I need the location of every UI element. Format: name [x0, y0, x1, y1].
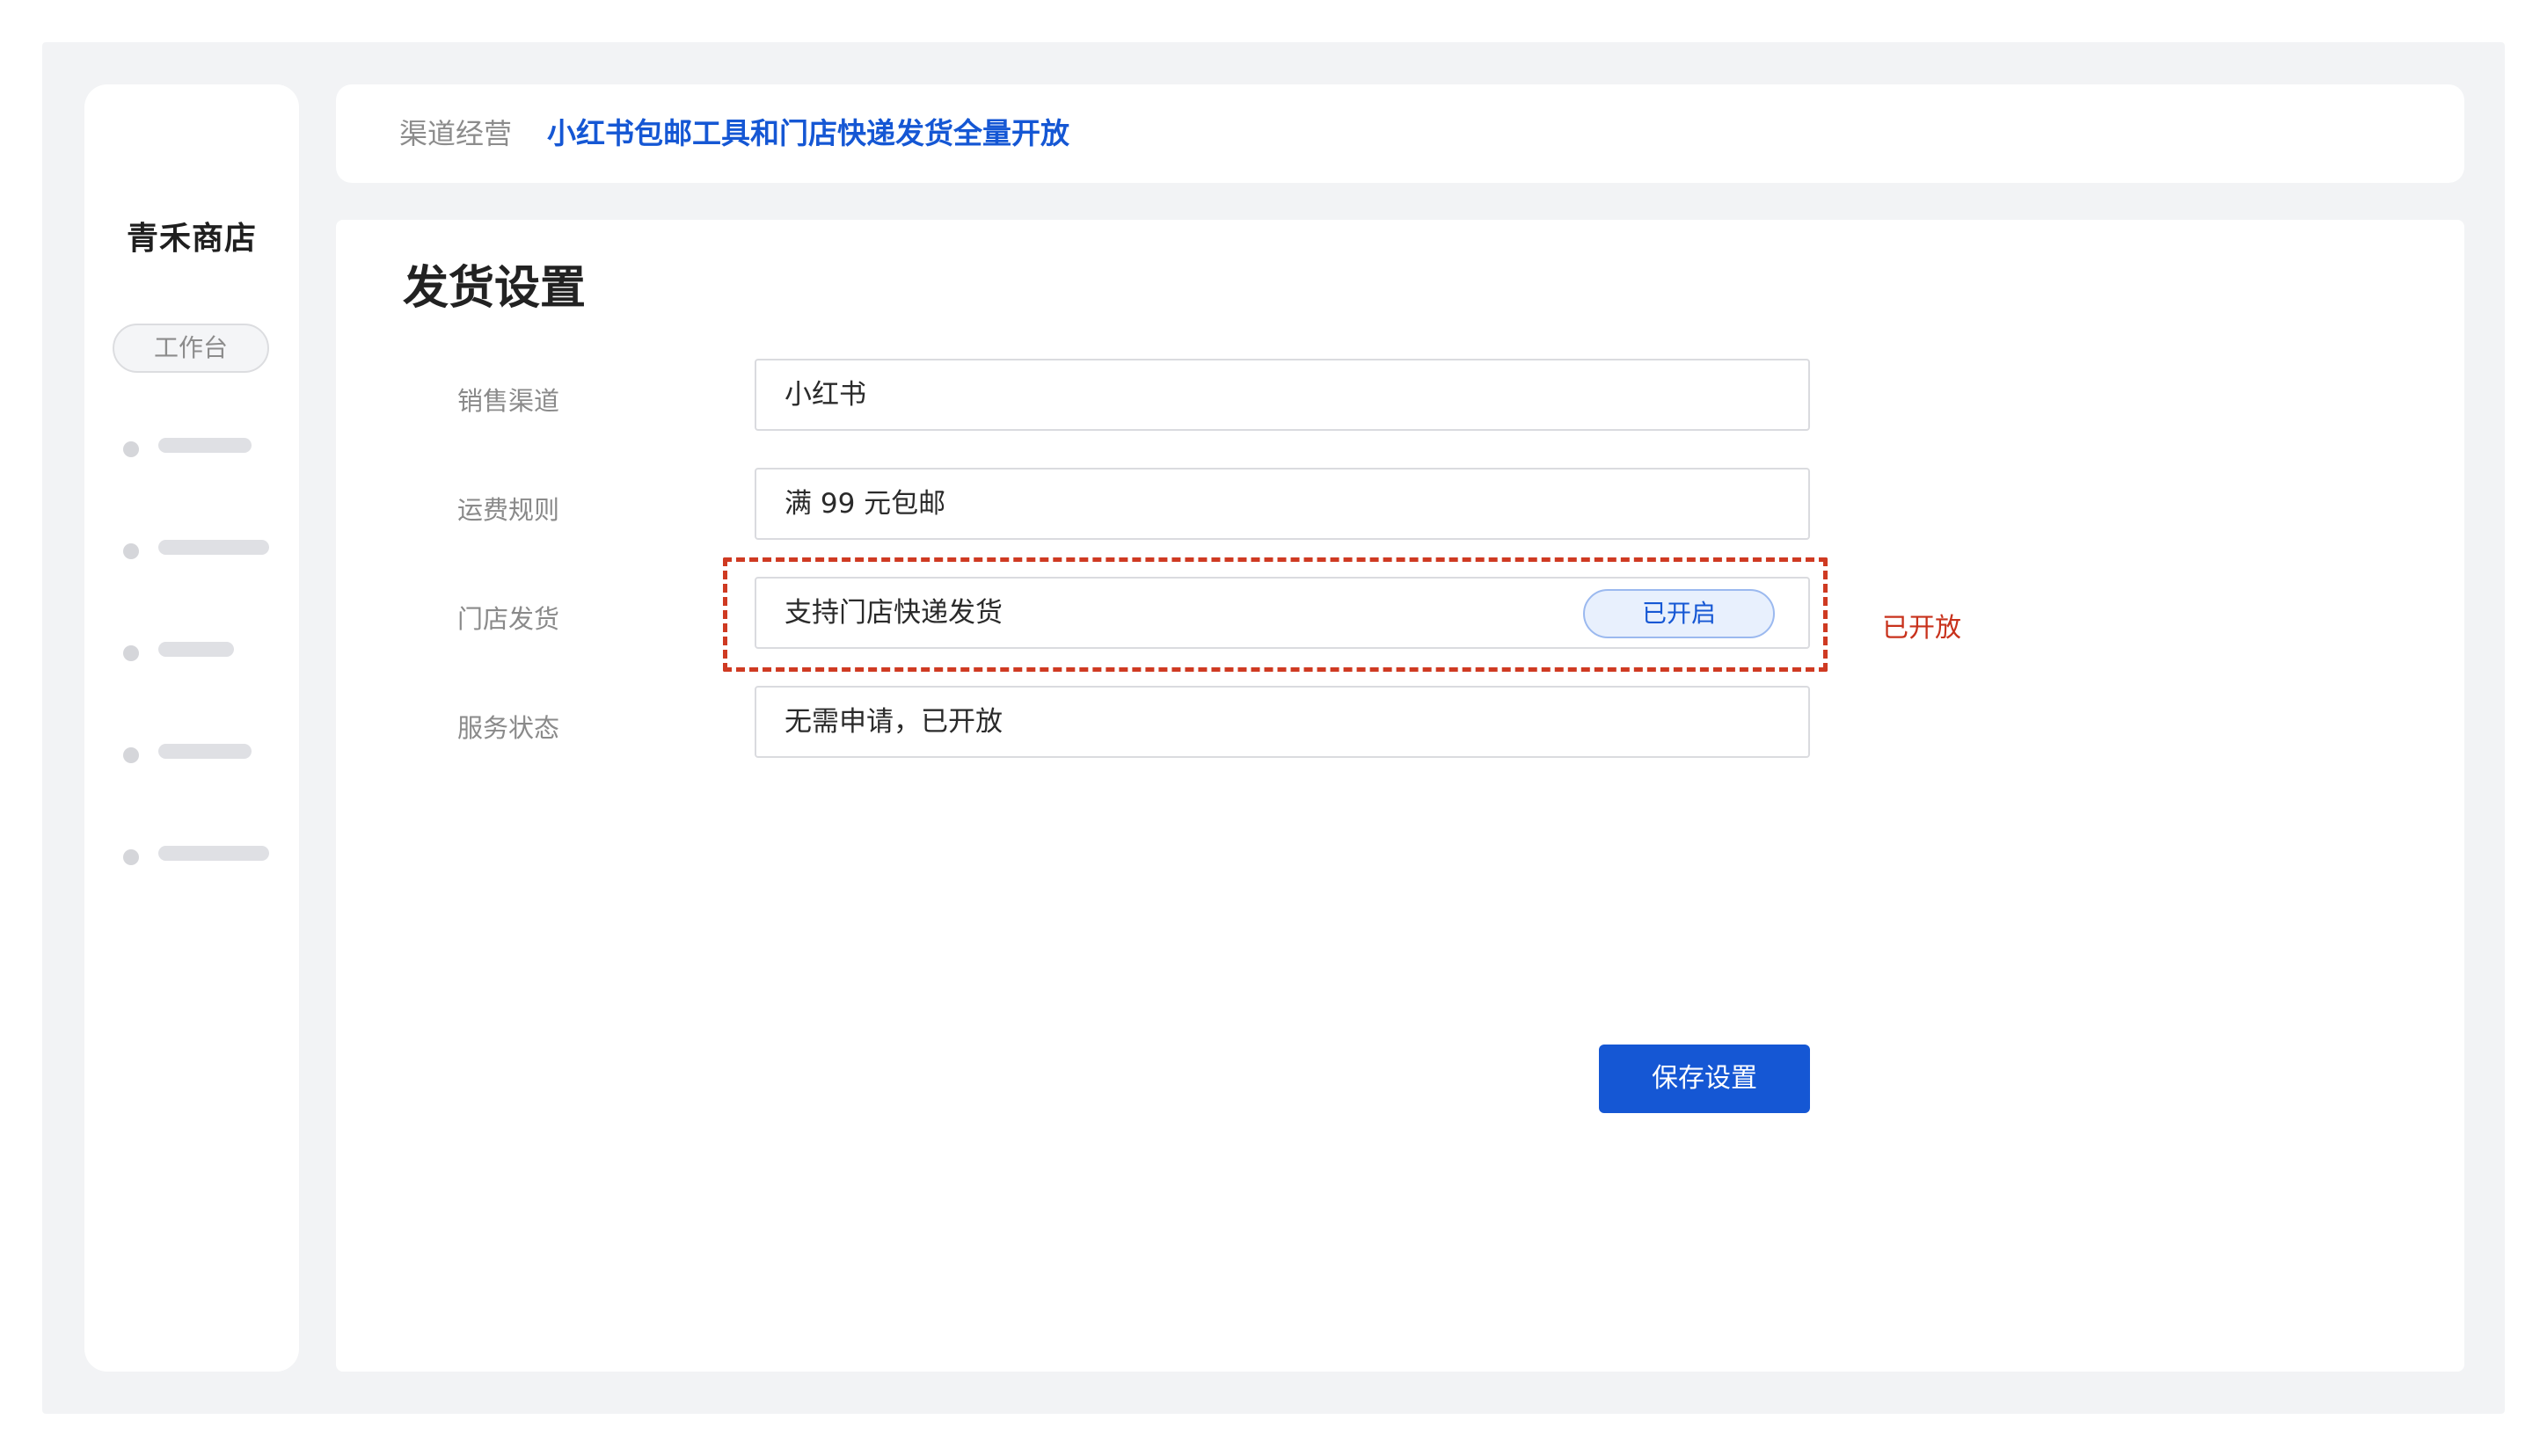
shipping-rule-label: 运费规则: [457, 495, 560, 525]
service-status-field[interactable]: 无需申请，已开放: [755, 686, 1810, 758]
shipping-rule-value: 满 99 元包邮: [785, 488, 946, 520]
service-status-value: 无需申请，已开放: [785, 706, 1003, 738]
page-title: 发货设置: [403, 262, 587, 315]
nav-bullet-icon: [123, 849, 139, 865]
nav-placeholder-bar: [158, 846, 269, 861]
save-settings-button[interactable]: 保存设置: [1599, 1045, 1810, 1113]
nav-placeholder-bar: [158, 642, 234, 657]
service-status-label: 服务状态: [457, 713, 560, 743]
store-shipping-label: 门店发货: [457, 604, 560, 634]
highlight-annotation-box: [723, 557, 1828, 672]
settings-card: 发货设置 销售渠道 小红书 运费规则 满 99 元包邮 门店发货 支持门店快递发…: [336, 220, 2464, 1372]
breadcrumb-section[interactable]: 渠道经营: [399, 116, 512, 151]
workbench-button[interactable]: 工作台: [113, 324, 269, 373]
nav-bullet-icon: [123, 645, 139, 661]
shipping-rule-field[interactable]: 满 99 元包邮: [755, 468, 1810, 540]
top-bar: 渠道经营 小红书包邮工具和门店快递发货全量开放: [336, 84, 2464, 183]
nav-bullet-icon: [123, 747, 139, 763]
sales-channel-label: 销售渠道: [457, 386, 560, 416]
nav-bullet-icon: [123, 441, 139, 457]
nav-placeholder-bar: [158, 438, 252, 453]
sidebar: 青禾商店 工作台: [84, 84, 299, 1372]
brand-name: 青禾商店: [126, 221, 257, 257]
nav-placeholder-bar: [158, 540, 269, 555]
announcement-title[interactable]: 小红书包邮工具和门店快递发货全量开放: [547, 116, 1069, 151]
nav-placeholder-bar: [158, 744, 252, 759]
nav-bullet-icon: [123, 543, 139, 559]
highlight-annotation-note: 已开放: [1882, 613, 1961, 644]
sales-channel-field[interactable]: 小红书: [755, 359, 1810, 431]
sales-channel-value: 小红书: [785, 379, 866, 411]
